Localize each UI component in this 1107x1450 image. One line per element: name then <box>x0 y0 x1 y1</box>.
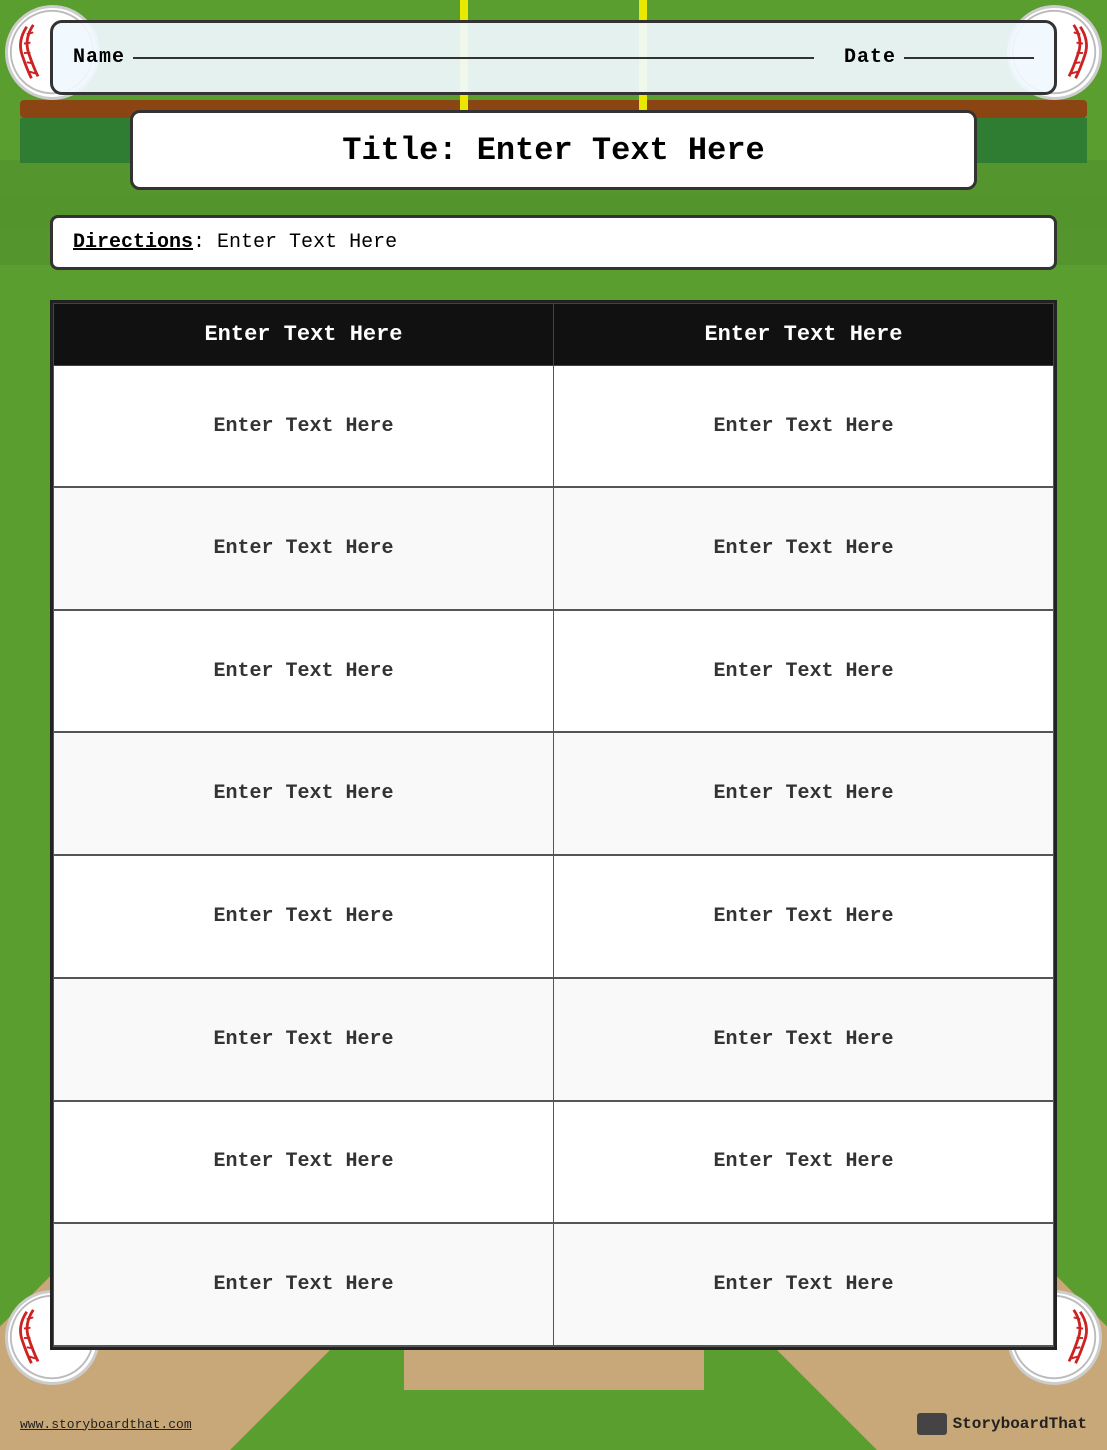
cell-3-2[interactable]: Enter Text Here <box>554 610 1054 733</box>
cell-2-1[interactable]: Enter Text Here <box>54 487 554 610</box>
table-row: Enter Text Here Enter Text Here <box>54 1101 1054 1224</box>
table-row: Enter Text Here Enter Text Here <box>54 610 1054 733</box>
cell-4-2[interactable]: Enter Text Here <box>554 732 1054 855</box>
directions-box[interactable]: Directions: Enter Text Here <box>50 215 1057 270</box>
header-col-1: Enter Text Here <box>54 304 554 366</box>
table-container: Enter Text Here Enter Text Here Enter Te… <box>50 300 1057 1350</box>
date-label: Date <box>844 46 896 69</box>
cell-8-1[interactable]: Enter Text Here <box>54 1223 554 1346</box>
cell-6-2[interactable]: Enter Text Here <box>554 978 1054 1101</box>
cell-6-1[interactable]: Enter Text Here <box>54 978 554 1101</box>
cell-3-1[interactable]: Enter Text Here <box>54 610 554 733</box>
page: Name Date Title: Enter Text Here Directi… <box>0 0 1107 1450</box>
table-row: Enter Text Here Enter Text Here <box>54 732 1054 855</box>
cell-1-1[interactable]: Enter Text Here <box>54 366 554 488</box>
cell-5-1[interactable]: Enter Text Here <box>54 855 554 978</box>
header-col-2: Enter Text Here <box>554 304 1054 366</box>
date-section: Date <box>844 46 1034 69</box>
table-row: Enter Text Here Enter Text Here <box>54 978 1054 1101</box>
table-row: Enter Text Here Enter Text Here <box>54 366 1054 488</box>
name-line <box>133 57 814 59</box>
name-section: Name <box>73 46 814 69</box>
title-text: Title: Enter Text Here <box>342 132 764 169</box>
main-table: Enter Text Here Enter Text Here Enter Te… <box>53 303 1054 1347</box>
table-header: Enter Text Here Enter Text Here <box>54 304 1054 366</box>
cell-8-2[interactable]: Enter Text Here <box>554 1223 1054 1346</box>
table-row: Enter Text Here Enter Text Here <box>54 1223 1054 1346</box>
footer-url: www.storyboardthat.com <box>20 1417 192 1432</box>
header-bar: Name Date <box>50 20 1057 95</box>
title-box[interactable]: Title: Enter Text Here <box>130 110 977 190</box>
cell-5-2[interactable]: Enter Text Here <box>554 855 1054 978</box>
cell-1-2[interactable]: Enter Text Here <box>554 366 1054 488</box>
brand-name: StoryboardThat <box>953 1415 1087 1433</box>
table-row: Enter Text Here Enter Text Here <box>54 855 1054 978</box>
brand-icon <box>917 1413 947 1435</box>
directions-label: Directions <box>73 231 193 254</box>
cell-7-1[interactable]: Enter Text Here <box>54 1101 554 1224</box>
header-row: Enter Text Here Enter Text Here <box>54 304 1054 366</box>
cell-2-2[interactable]: Enter Text Here <box>554 487 1054 610</box>
date-line <box>904 57 1034 59</box>
directions-value: Enter Text Here <box>217 231 397 254</box>
footer-brand: StoryboardThat <box>917 1413 1087 1435</box>
name-label: Name <box>73 46 125 69</box>
table-body: Enter Text Here Enter Text Here Enter Te… <box>54 366 1054 1347</box>
cell-4-1[interactable]: Enter Text Here <box>54 732 554 855</box>
directions-text: Directions: Enter Text Here <box>73 231 397 254</box>
cell-7-2[interactable]: Enter Text Here <box>554 1101 1054 1224</box>
footer: www.storyboardthat.com StoryboardThat <box>20 1413 1087 1435</box>
table-row: Enter Text Here Enter Text Here <box>54 487 1054 610</box>
